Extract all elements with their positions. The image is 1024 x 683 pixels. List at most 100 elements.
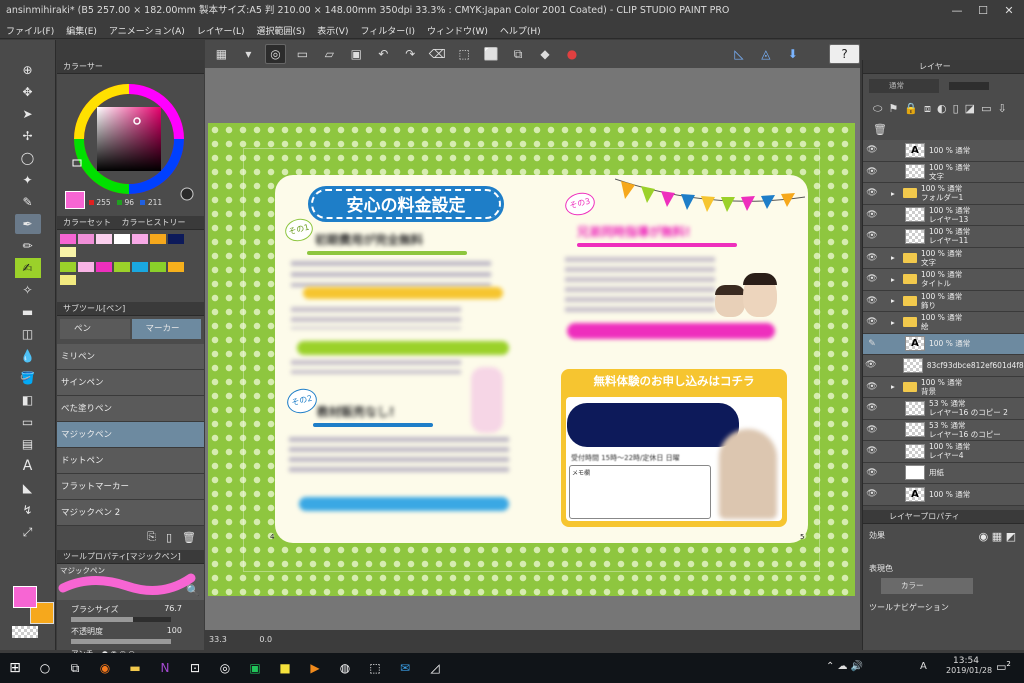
new-vector-layer-icon[interactable]: ◪: [965, 102, 975, 117]
layer-opacity-slider[interactable]: [949, 82, 989, 90]
subtool-item[interactable]: ミリペン: [57, 344, 204, 370]
clip-studio-task-icon[interactable]: ◎: [210, 653, 240, 683]
layer-row[interactable]: 👁 83cf93dbce812ef601d4f8239: [863, 355, 1024, 377]
swatch[interactable]: [60, 262, 76, 272]
delete-layer-icon[interactable]: 🗑: [873, 123, 887, 137]
layer-row[interactable]: 👁 A 100 % 通常: [863, 484, 1024, 506]
new-folder-icon[interactable]: ▭: [981, 102, 991, 117]
correct-line-icon[interactable]: ⤢: [15, 522, 41, 542]
layer-row[interactable]: 👁 100 % 通常 レイヤー11: [863, 226, 1024, 248]
subtool-tab[interactable]: サブツール[ペン]: [57, 302, 204, 316]
new-subtool-icon[interactable]: ▯: [166, 531, 172, 544]
delete-subtool-icon[interactable]: 🗑: [182, 531, 196, 544]
mask-icon[interactable]: ◐: [937, 102, 947, 117]
eye-icon[interactable]: 👁: [863, 468, 881, 478]
zoom-tool-icon[interactable]: ⊕: [15, 60, 41, 80]
layer-tab[interactable]: レイヤー: [863, 60, 1024, 74]
swatch[interactable]: [96, 234, 112, 244]
menu-selection[interactable]: 選択範囲(S): [257, 24, 306, 37]
subtool-item[interactable]: マジックペン 2: [57, 500, 204, 526]
frame-tool-icon[interactable]: ▤: [15, 434, 41, 454]
operation-tool-icon[interactable]: ➤: [15, 104, 41, 124]
color-wheel[interactable]: [57, 74, 204, 208]
menu-layer[interactable]: レイヤー(L): [197, 24, 245, 37]
expand-arrow-icon[interactable]: ▸: [891, 318, 903, 327]
fill-tool-icon[interactable]: 🪣: [15, 368, 41, 388]
eye-icon[interactable]: 👁: [863, 231, 881, 241]
layer-row[interactable]: 👁 ▸ 100 % 通常 飾り: [863, 290, 1024, 312]
app-icon[interactable]: ⬚: [360, 653, 390, 683]
zoom-readout[interactable]: 33.3: [209, 635, 227, 644]
layer-row[interactable]: ✎ A 100 % 通常: [863, 333, 1024, 355]
subtool-item[interactable]: サインペン: [57, 370, 204, 396]
figure-tool-icon[interactable]: ▭: [15, 412, 41, 432]
eye-icon[interactable]: 👁: [863, 296, 881, 306]
layer-row[interactable]: 👁 ▸ 100 % 通常 背景: [863, 376, 1024, 398]
eye-icon[interactable]: 👁: [863, 446, 881, 456]
onenote-icon[interactable]: N: [150, 653, 180, 683]
paint-icon[interactable]: ◍: [330, 653, 360, 683]
clock[interactable]: 13:54 2019/01/28: [946, 656, 992, 676]
redo-icon[interactable]: ↷: [400, 44, 421, 64]
canvas-area[interactable]: 安心の料金設定 その1 初期費用が完全無料 その2 教材販売なし! その3 兄弟…: [205, 68, 860, 630]
subtool-item[interactable]: べた塗りペン: [57, 396, 204, 422]
eye-icon[interactable]: 👁: [863, 210, 881, 220]
swatch[interactable]: [60, 234, 76, 244]
eye-icon[interactable]: 👁: [863, 274, 881, 284]
subtool-item-selected[interactable]: マジックペン: [57, 422, 204, 448]
tab-color-history[interactable]: カラーヒストリー: [122, 218, 186, 227]
pencil-tool-icon[interactable]: ✏: [15, 236, 41, 256]
grid-snap-icon[interactable]: ⬇: [782, 44, 803, 64]
subtool-item[interactable]: ドットペン: [57, 448, 204, 474]
swatch[interactable]: [132, 262, 148, 272]
eye-icon[interactable]: 👁: [863, 382, 881, 392]
auto-select-icon[interactable]: ✦: [15, 170, 41, 190]
swatch[interactable]: [168, 262, 184, 272]
swatch[interactable]: [96, 262, 112, 272]
close-button[interactable]: ✕: [996, 0, 1022, 22]
layer-row[interactable]: 👁 100 % 通常 文字: [863, 161, 1024, 183]
tab-color-set[interactable]: カラーセット: [63, 218, 111, 227]
swatch[interactable]: [150, 234, 166, 244]
expand-arrow-icon[interactable]: ▸: [891, 253, 903, 262]
merge-icon[interactable]: ⇩: [997, 102, 1006, 117]
brush-tool-icon[interactable]: ✍: [14, 258, 41, 278]
expand-arrow-icon[interactable]: ▸: [891, 296, 903, 305]
clip-studio-icon[interactable]: ◎: [264, 44, 286, 64]
eye-icon[interactable]: 👁: [863, 317, 881, 327]
menu-file[interactable]: ファイル(F): [6, 24, 54, 37]
task-view-icon[interactable]: ⧉: [60, 653, 90, 683]
tray-icons[interactable]: ⌃ ☁ 🔊: [826, 661, 863, 672]
blend-tool-icon[interactable]: 💧: [15, 346, 41, 366]
expr-color-select[interactable]: カラー: [881, 577, 973, 594]
layer-row[interactable]: 👁 ▸ 100 % 通常 文字: [863, 247, 1024, 269]
layer-move-icon[interactable]: ✢: [15, 126, 41, 146]
brush-search-icon[interactable]: 🔍: [186, 584, 200, 597]
pen-edit-icon[interactable]: ✎: [863, 339, 881, 349]
airbrush-tool-icon[interactable]: ✧: [15, 280, 41, 300]
rotation-readout[interactable]: 0.0: [259, 635, 272, 644]
eyedropper-icon[interactable]: ✎: [15, 192, 41, 212]
gradient-tool-icon[interactable]: ◧: [15, 390, 41, 410]
eye-icon[interactable]: 👁: [863, 167, 881, 177]
eye-icon[interactable]: 👁: [863, 425, 881, 435]
balloon-tool-icon[interactable]: ↯: [15, 500, 41, 520]
firefox-icon[interactable]: ◉: [90, 653, 120, 683]
selection-tool-icon[interactable]: ◯: [15, 148, 41, 168]
layer-row[interactable]: 👁 53 % 通常 レイヤー16 のコピー 2: [863, 398, 1024, 420]
eye-icon[interactable]: 👁: [863, 145, 881, 155]
transform-icon[interactable]: ⬚: [454, 44, 475, 64]
minimize-button[interactable]: —: [944, 0, 970, 22]
search-icon[interactable]: ○: [30, 653, 60, 683]
eye-icon[interactable]: 👁: [863, 403, 881, 413]
expand-arrow-icon[interactable]: ▸: [891, 275, 903, 284]
opacity-value[interactable]: 100: [167, 626, 182, 637]
swatch[interactable]: [114, 262, 130, 272]
brush-size-value[interactable]: 76.7: [164, 604, 182, 615]
swatch[interactable]: [78, 262, 94, 272]
fill-icon[interactable]: ◆: [535, 44, 556, 64]
windows-start-icon[interactable]: ⊞: [0, 653, 30, 683]
swatch[interactable]: [60, 247, 76, 257]
menu-help[interactable]: ヘルプ(H): [500, 24, 541, 37]
ime-indicator[interactable]: A: [920, 661, 927, 672]
